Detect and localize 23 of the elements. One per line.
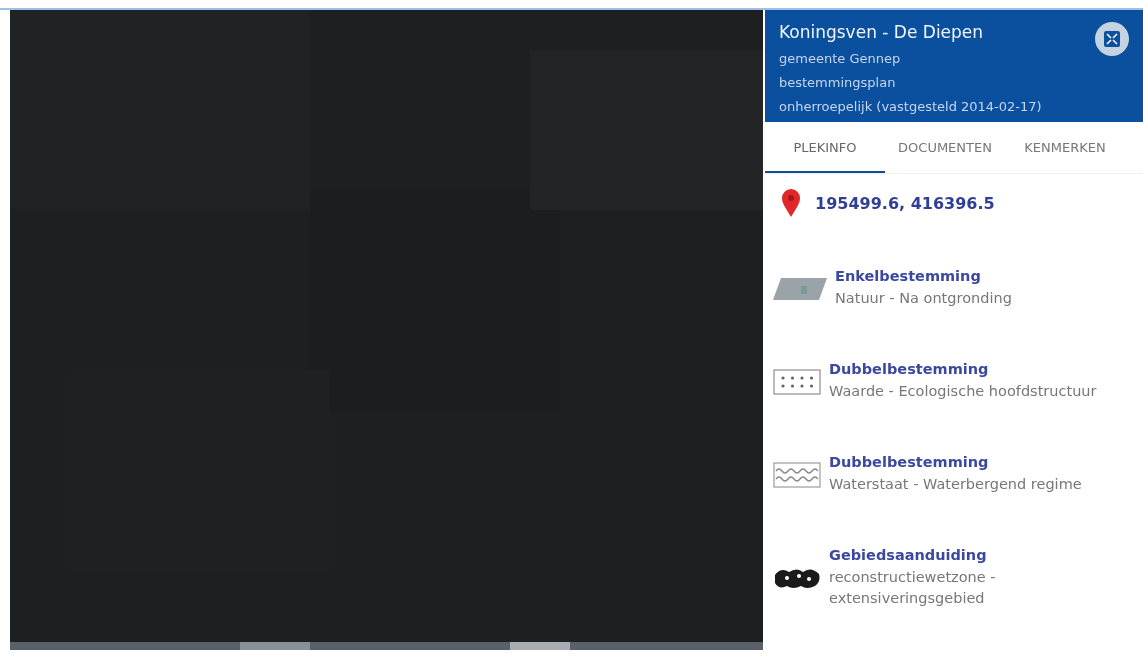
expand-button[interactable] [1095,22,1129,56]
item-description: reconstructiewetzone - extensiveringsgebied [829,568,997,609]
map-pin-icon [781,188,801,218]
item-title: Gebiedsaanduiding [829,547,988,564]
item-title: Enkelbestemming [835,268,982,284]
item-title: Dubbelbestemming [829,361,990,377]
expand-icon [1103,30,1121,48]
tab[interactable]: DOCUMENTEN [885,122,1005,173]
item-description: Waterstaat - Waterbergend regime [829,475,1083,495]
tab[interactable]: PLEKINFO [765,122,885,173]
item-description: Natuur - Na ontgronding [835,289,1013,308]
dotted-grid-icon [773,368,821,395]
item-title: Dubbelbestemming [829,454,990,471]
tab[interactable]: KENMERKEN [1005,122,1125,173]
wave-pattern-icon [773,461,821,488]
coordinates: 195499.6, 416396.5 [815,193,995,213]
plan-detail: bestemmingsplan [779,75,897,90]
hatched-area-icon [773,277,827,300]
plan-detail: onherroepelijk (vastgesteld 2014-02-17) [779,99,1042,114]
spotted-zone-icon [773,567,821,590]
item-description: Waarde - Ecologische hoofdstructuur [829,382,1098,401]
plan-title: Koningsven - De Diepen [779,22,985,42]
plan-detail: gemeente Gennep [779,51,902,66]
